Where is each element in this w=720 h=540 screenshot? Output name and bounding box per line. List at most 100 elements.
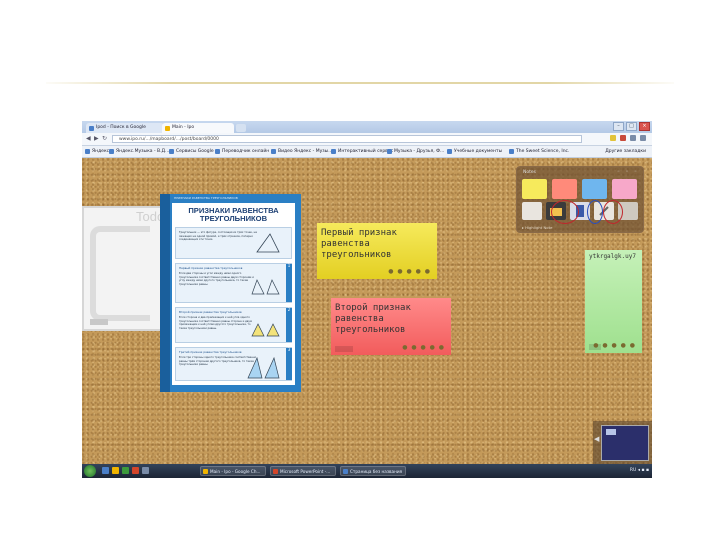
quicklaunch-icon[interactable] xyxy=(102,467,109,474)
palette-header: Notes xyxy=(523,170,536,175)
taskbar-item-powerpoint[interactable]: Microsoft PowerPoint -... xyxy=(270,466,336,476)
poster-page: ПРИЗНАКИ РАВЕНСТВА ТРЕУГОЛЬНИКОВ Треугол… xyxy=(172,203,295,385)
red-sticky-note[interactable]: Второй признак равенства треугольников ●… xyxy=(331,298,451,355)
forward-arrow-icon[interactable]: ▶ xyxy=(94,135,99,143)
bookmark-icon xyxy=(509,149,514,154)
taskbar-item-browser[interactable]: Main - Ipo - Google Ch... xyxy=(200,466,266,476)
bookmark-item[interactable]: Сервисы Google xyxy=(168,147,214,156)
toolbar-icons xyxy=(610,135,646,141)
poster-section-first: Первый признак равенства треугольников Е… xyxy=(175,263,292,303)
window-controls: – □ × xyxy=(613,122,650,131)
poster-side-strip xyxy=(160,194,170,392)
extension-icon[interactable] xyxy=(620,135,626,141)
minimap-screen xyxy=(601,425,649,461)
green-sticky-note[interactable]: ytkrgalgk.uy7 ● ● ● ● ● xyxy=(585,250,642,353)
note-controls[interactable]: ● ● ● ● ● xyxy=(593,342,636,349)
minimap-viewport xyxy=(606,429,616,435)
tab-bar: Ipod - Поиск в Google Main - Ipo – □ × xyxy=(82,121,652,133)
blue-highlight-circle xyxy=(587,200,603,224)
board-minimap[interactable]: ◀ xyxy=(593,421,652,464)
system-tray[interactable]: RU ◂ ▪ ▪ xyxy=(630,466,649,476)
page-icon[interactable] xyxy=(630,135,636,141)
bookmark-item[interactable]: Музыка - Друзья, Ф... xyxy=(386,147,444,156)
note-text: Первый признак равенства треугольников xyxy=(321,228,397,260)
bookmark-item[interactable]: Яндекс.Музыка - В.Д... xyxy=(108,147,169,156)
bookmark-icon xyxy=(215,149,220,154)
quicklaunch-icon[interactable] xyxy=(122,467,129,474)
browser-icon xyxy=(203,469,208,474)
red-note-swatch[interactable] xyxy=(552,179,577,199)
address-bar: ◀ ▶ ↻ www.ipo.ru/.../mapboard/.../post/b… xyxy=(82,133,652,146)
back-arrow-icon[interactable]: ◀ xyxy=(86,135,91,143)
bookmark-item[interactable]: Яндекс xyxy=(84,147,109,156)
powerpoint-icon xyxy=(273,469,278,474)
quicklaunch-icon[interactable] xyxy=(112,467,119,474)
tab-main-ipo[interactable]: Main - Ipo xyxy=(162,123,234,133)
todo-note[interactable]: Todo xyxy=(82,206,164,331)
bookmark-item[interactable]: Переводчик онлайн xyxy=(214,147,269,156)
triangles-diagram-icon xyxy=(251,279,280,295)
other-bookmarks-folder[interactable]: Другие закладки xyxy=(605,147,646,156)
notes-palette: Notes ◦ ◦ ◦ ▸ Highlight Note xyxy=(516,166,644,233)
ipo-favicon-icon xyxy=(165,126,170,131)
wrench-icon[interactable] xyxy=(640,135,646,141)
note-text: ytkrgalgk.uy7 xyxy=(589,253,636,260)
todo-tool-icon[interactable] xyxy=(522,202,542,220)
bookmark-item[interactable]: Интерактивный сервис xyxy=(330,147,393,156)
new-tab-button[interactable] xyxy=(236,124,246,132)
windows-taskbar: Main - Ipo - Google Ch... Microsoft Powe… xyxy=(82,464,652,478)
quicklaunch-icon[interactable] xyxy=(132,467,139,474)
bookmark-item[interactable]: Учебные документы xyxy=(446,147,502,156)
blue-note-swatch[interactable] xyxy=(582,179,607,199)
tab-label: Main - Ipo xyxy=(172,125,195,130)
collapse-arrow-icon[interactable]: ◀ xyxy=(594,435,599,443)
yellow-note-swatch[interactable] xyxy=(522,179,547,199)
poster-title: ПРИЗНАКИ РАВЕНСТВА ТРЕУГОЛЬНИКОВ xyxy=(188,206,279,223)
triangles-diagram-icon xyxy=(247,356,280,379)
note-controls[interactable]: ● ● ● ● ● xyxy=(388,268,431,275)
yellow-sticky-note[interactable]: Первый признак равенства треугольников ●… xyxy=(317,223,437,279)
bookmark-icon xyxy=(85,149,90,154)
close-icon[interactable]: × xyxy=(639,122,650,131)
triangle-poster-image[interactable]: ПРИЗНАКИ РАВЕНСТВА ТРЕУГОЛЬНИКОВ ПРИЗНАК… xyxy=(160,194,301,392)
red-highlight-circle xyxy=(551,200,579,224)
slide-decor-line xyxy=(46,82,674,84)
cork-board[interactable]: Todo ПРИЗНАКИ РАВЕНСТВА ТРЕУГОЛЬНИКОВ ПР… xyxy=(82,158,652,464)
bookmark-icon xyxy=(169,149,174,154)
red-highlight-circle xyxy=(603,200,623,224)
poster-section-definition: Треугольник — это фигура, состоящая из т… xyxy=(175,227,292,259)
screenshot: Ipod - Поиск в Google Main - Ipo – □ × ◀… xyxy=(82,121,652,478)
bookmark-icon xyxy=(271,149,276,154)
quicklaunch-icon[interactable] xyxy=(142,467,149,474)
palette-controls[interactable]: ◦ ◦ ◦ xyxy=(617,169,639,175)
poster-top-text: ПРИЗНАКИ РАВЕНСТВА ТРЕУГОЛЬНИКОВ xyxy=(174,196,238,200)
url-input[interactable]: www.ipo.ru/.../mapboard/.../post/board/0… xyxy=(112,135,582,143)
start-button-icon[interactable] xyxy=(84,465,96,477)
maximize-icon[interactable]: □ xyxy=(626,122,637,131)
bookmarks-bar: Яндекс Яндекс.Музыка - В.Д... Сервисы Go… xyxy=(82,146,652,158)
triangle-diagram-icon xyxy=(256,233,280,253)
tab-google-search[interactable]: Ipod - Поиск в Google xyxy=(86,123,164,133)
todo-frame xyxy=(90,226,150,321)
triangles-diagram-icon xyxy=(251,323,280,337)
palette-footer[interactable]: ▸ Highlight Note xyxy=(522,225,552,230)
poster-section-second: Второй признак равенства треугольников Е… xyxy=(175,307,292,343)
pink-note-swatch[interactable] xyxy=(612,179,637,199)
taskbar-item-page[interactable]: Страница без названия xyxy=(340,466,406,476)
bookmark-icon xyxy=(387,149,392,154)
page-icon xyxy=(343,469,348,474)
poster-section-third: Третий признак равенства треугольников Е… xyxy=(175,347,292,381)
star-icon[interactable] xyxy=(610,135,616,141)
minimize-icon[interactable]: – xyxy=(613,122,624,131)
note-controls[interactable]: ● ● ● ● ● xyxy=(402,344,445,351)
note-tag xyxy=(335,346,353,352)
bookmark-item[interactable]: Видео Яндекс - Музы... xyxy=(270,147,332,156)
google-favicon-icon xyxy=(89,126,94,131)
bookmark-icon xyxy=(447,149,452,154)
tab-label: Ipod - Поиск в Google xyxy=(96,125,146,130)
bookmark-icon xyxy=(109,149,114,154)
bookmark-item[interactable]: The Sweet Science, Inc. xyxy=(508,147,569,156)
reload-icon[interactable]: ↻ xyxy=(102,135,107,143)
bookmark-icon xyxy=(331,149,336,154)
note-text: Второй признак равенства треугольников xyxy=(335,303,411,335)
